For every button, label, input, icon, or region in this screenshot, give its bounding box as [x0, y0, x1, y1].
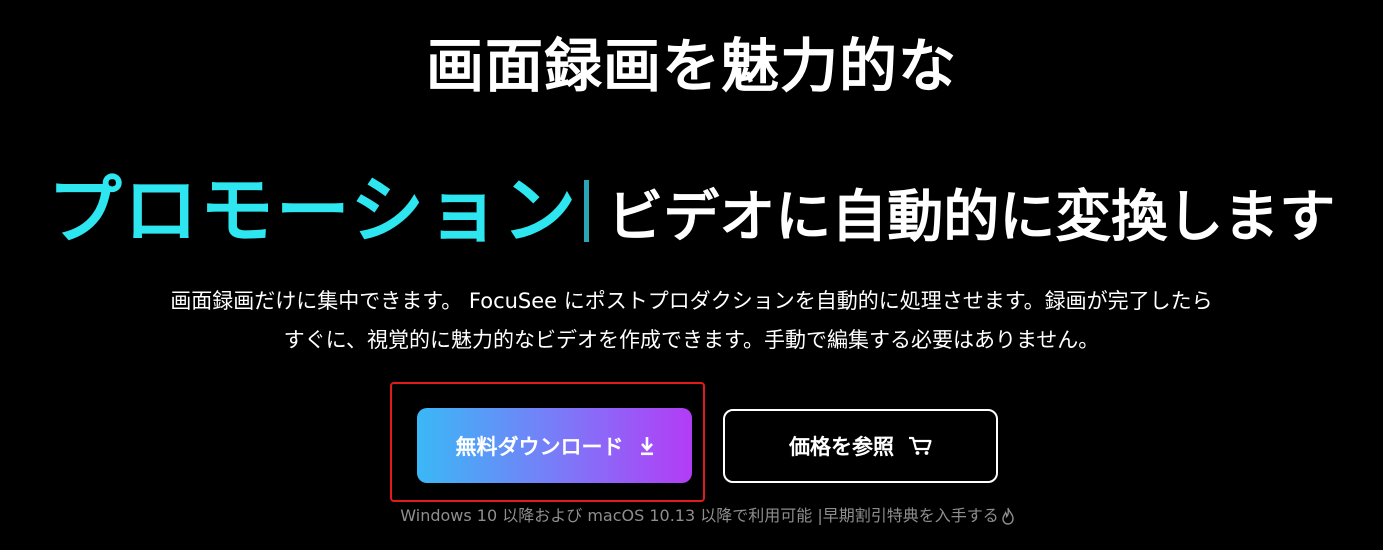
free-download-button[interactable]: 無料ダウンロード [417, 408, 692, 483]
view-pricing-button-label: 価格を参照 [789, 435, 894, 459]
hero-highlight-word: プロモーション [47, 168, 579, 254]
view-pricing-button[interactable]: 価格を参照 [723, 409, 998, 483]
hero-title-line1: 画面録画を魅力的な [425, 32, 957, 100]
availability-note-text: Windows 10 以降および macOS 10.13 以降で利用可能 |早期… [400, 506, 999, 525]
cart-icon [908, 436, 932, 456]
hero-description: 画面録画だけに集中できます。 FocuSee にポストプロダクションを自動的に処… [40, 282, 1343, 360]
hero-description-line2: すぐに、視覚的に魅力的なビデオを作成できます。手動で編集する必要はありません。 [283, 328, 1100, 352]
free-download-button-label: 無料ダウンロード [455, 434, 624, 459]
hero-title-rest: ビデオに自動的に変換します [607, 185, 1336, 250]
download-icon [640, 436, 654, 456]
availability-note: Windows 10 以降および macOS 10.13 以降で利用可能 |早期… [0, 503, 1383, 529]
hero-title-line2: プロモーション ビデオに自動的に変換します [0, 166, 1383, 276]
flame-icon [1001, 507, 1015, 525]
hero-description-line1: 画面録画だけに集中できます。 FocuSee にポストプロダクションを自動的に処… [170, 289, 1213, 313]
typing-cursor [584, 180, 590, 242]
